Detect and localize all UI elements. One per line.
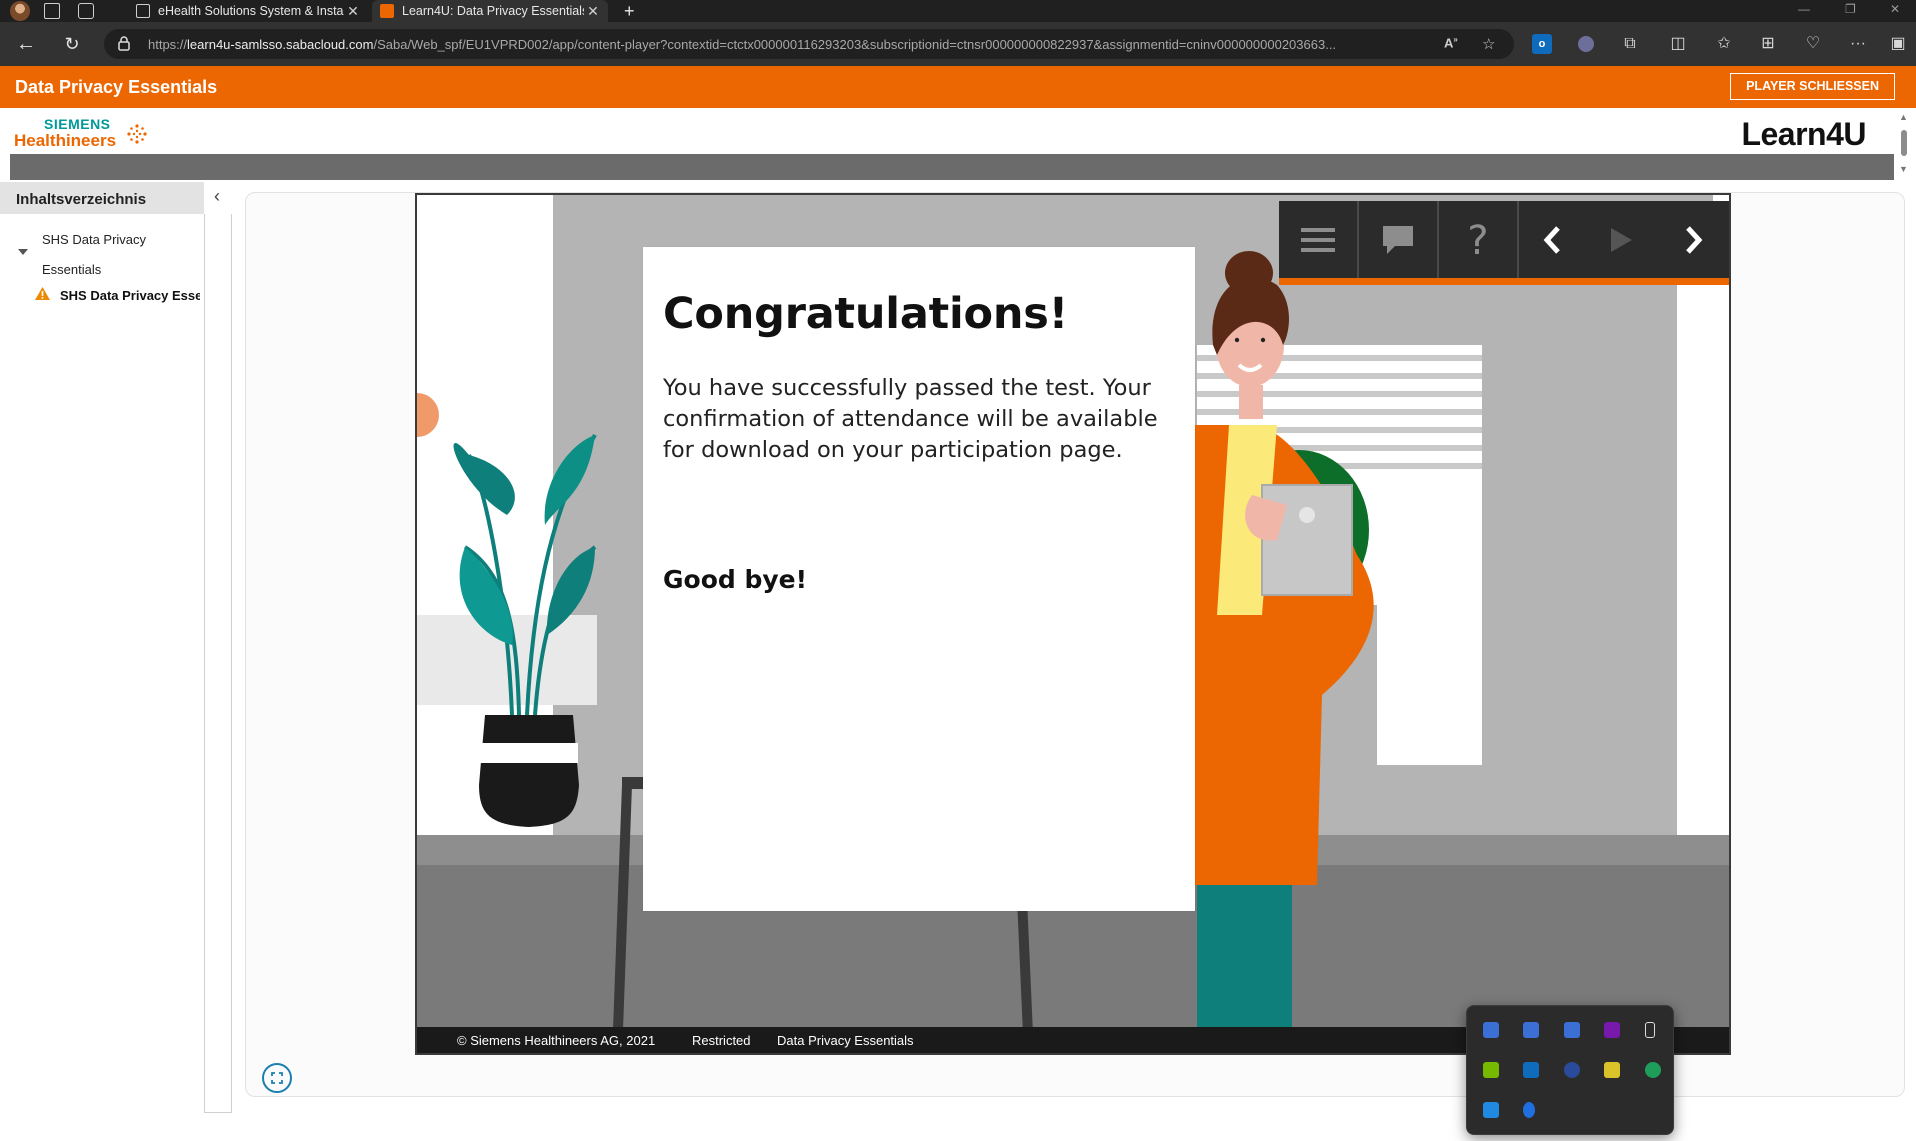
restore-icon[interactable]: ❐ (1845, 2, 1856, 16)
table-of-contents: Inhaltsverzeichnis ‹ SHS Data Privacy Es… (0, 180, 232, 1113)
new-tab-button[interactable]: + (618, 0, 648, 22)
usb-tray-icon[interactable] (1645, 1022, 1655, 1038)
url-text: https://learn4u-samlsso.sabacloud.com/Sa… (148, 37, 1337, 52)
lock-icon[interactable] (118, 36, 130, 51)
player-controls: ? (1279, 201, 1729, 285)
help-icon: ? (1467, 220, 1488, 260)
collapse-sidebar-button[interactable]: ‹ (207, 184, 227, 210)
learn4u-favicon (380, 4, 394, 18)
fullscreen-icon[interactable] (262, 1063, 292, 1093)
slide-stage: Congratulations! You have successfully p… (415, 193, 1731, 1055)
course-title: Data Privacy Essentials (15, 77, 218, 97)
help-button[interactable]: ? (1439, 201, 1519, 278)
header-divider (10, 154, 1894, 180)
tab-label: Learn4U: Data Privacy Essentials (402, 4, 584, 18)
siemens-healthineers-logo: SIEMENS Healthineers (14, 116, 147, 150)
refresh-icon[interactable]: ↻ (60, 32, 84, 56)
security-tray-icon[interactable] (1645, 1062, 1661, 1078)
extension-icon[interactable] (1578, 36, 1594, 52)
svg-text:?: ? (1467, 220, 1488, 260)
sidebar-toggle-icon[interactable]: ▣ (1888, 34, 1908, 54)
congratulations-card: Congratulations! You have successfully p… (643, 247, 1195, 911)
farewell-text: Good bye! (663, 565, 808, 594)
tab-learn4u[interactable]: Learn4U: Data Privacy Essentials ✕ (372, 0, 608, 22)
header-scrollbar[interactable]: ▲ ▼ (1896, 108, 1912, 180)
warning-icon (35, 287, 50, 300)
scroll-down-icon[interactable]: ▼ (1899, 164, 1908, 174)
close-tab-icon[interactable]: ✕ (344, 3, 362, 20)
logo-dots-icon (127, 124, 147, 144)
tab-label: eHealth Solutions System & Insta (158, 4, 344, 18)
toc-item-current[interactable]: SHS Data Privacy Esse (60, 288, 200, 303)
onedrive-tray-icon[interactable] (1483, 1102, 1499, 1118)
outlook-tray-icon[interactable] (1523, 1062, 1539, 1078)
footer-classification: Restricted (692, 1033, 751, 1048)
previous-button[interactable] (1519, 201, 1587, 278)
onenote-tray-icon[interactable] (1604, 1022, 1620, 1038)
menu-button[interactable] (1279, 201, 1359, 278)
expand-arrow-icon[interactable] (18, 249, 28, 255)
brand-bar: SIEMENS Healthineers Learn4U (10, 108, 1894, 154)
minimize-icon[interactable]: — (1798, 2, 1810, 16)
toc-header: Inhaltsverzeichnis (0, 182, 204, 214)
slide-body-text: You have successfully passed the test. Y… (663, 375, 1158, 463)
url-field[interactable]: https://learn4u-samlsso.sabacloud.com/Sa… (104, 29, 1514, 59)
tab-ehealth[interactable]: eHealth Solutions System & Insta ✕ (128, 0, 368, 22)
app-tray-icon[interactable] (1604, 1062, 1620, 1078)
play-icon (1611, 227, 1632, 252)
close-window-icon[interactable]: ✕ (1890, 2, 1900, 16)
tab-actions-icon[interactable] (78, 3, 94, 19)
performance-icon[interactable]: ♡ (1803, 34, 1823, 54)
comment-icon (1383, 225, 1413, 254)
comment-button[interactable] (1359, 201, 1439, 278)
slide-heading: Congratulations! (663, 289, 1069, 339)
outlook-icon[interactable]: o (1532, 34, 1552, 54)
address-bar-row: ← ↻ https://learn4u-samlsso.sabacloud.co… (0, 22, 1916, 66)
workspaces-icon[interactable] (44, 3, 60, 19)
menu-icon (1301, 227, 1335, 252)
browser-tab-strip: eHealth Solutions System & Insta ✕ Learn… (0, 0, 1916, 22)
bluetooth-tray-icon[interactable] (1523, 1102, 1535, 1118)
play-button[interactable] (1587, 201, 1655, 278)
favorite-star-icon[interactable]: ☆ (1482, 35, 1495, 53)
app-tray-icon[interactable] (1564, 1022, 1580, 1038)
player-header: Data Privacy Essentials PLAYER SCHLIESSE… (0, 66, 1916, 108)
app-tray-icon[interactable] (1523, 1022, 1539, 1038)
next-button[interactable] (1655, 201, 1729, 278)
footer-copyright: © Siemens Healthineers AG, 2021 (457, 1033, 656, 1048)
favorites-icon[interactable]: ✩ (1714, 34, 1734, 54)
split-screen-icon[interactable]: ◫ (1668, 34, 1688, 54)
collections-icon[interactable]: ⊞ (1758, 34, 1778, 54)
close-player-button[interactable]: PLAYER SCHLIESSEN (1730, 73, 1895, 100)
footer-course: Data Privacy Essentials (777, 1033, 914, 1048)
sidebar-border (204, 214, 232, 1113)
read-aloud-icon[interactable]: A» (1444, 35, 1458, 50)
extensions-puzzle-icon[interactable]: ⧉ (1620, 34, 1640, 54)
page-icon (136, 4, 150, 18)
back-icon[interactable]: ← (14, 32, 38, 56)
scrollbar-thumb[interactable] (1901, 130, 1907, 156)
controls-accent-bar (1279, 278, 1729, 285)
nvidia-tray-icon[interactable] (1483, 1062, 1499, 1078)
scroll-up-icon[interactable]: ▲ (1899, 112, 1908, 122)
system-tray-flyout (1466, 1005, 1674, 1135)
next-icon (1686, 225, 1703, 254)
close-tab-icon[interactable]: ✕ (584, 3, 602, 20)
app-tray-icon[interactable] (1564, 1062, 1580, 1078)
app-tray-icon[interactable] (1483, 1022, 1499, 1038)
previous-icon (1543, 225, 1560, 254)
learn4u-logo: Learn4U (1741, 116, 1866, 152)
toc-item-parent[interactable]: SHS Data Privacy Essentials (42, 225, 182, 285)
profile-avatar[interactable] (10, 1, 30, 21)
more-menu-icon[interactable]: ··· (1848, 34, 1868, 54)
